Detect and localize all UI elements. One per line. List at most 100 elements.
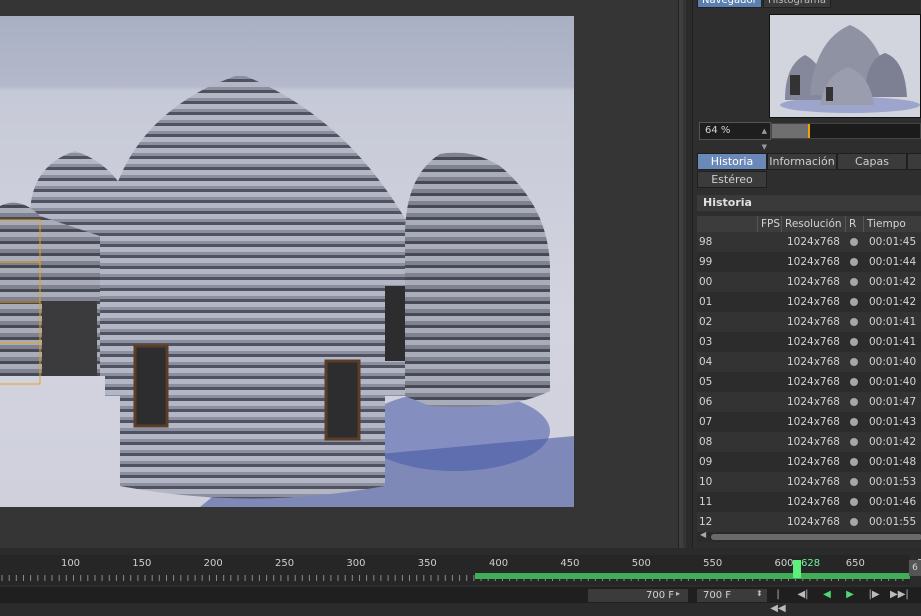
col-r[interactable]: R: [845, 216, 856, 232]
row-resolution: 1024x768: [787, 496, 840, 508]
timeline-tick-label: 350: [417, 558, 437, 569]
history-row[interactable]: 11 1024x768 00:01:46: [697, 492, 921, 512]
history-row[interactable]: 01 1024x768 00:01:42: [697, 292, 921, 312]
row-frame: 03: [699, 336, 713, 348]
history-row[interactable]: 00 1024x768 00:01:42: [697, 272, 921, 292]
next-keyframe-icon[interactable]: |▶: [866, 588, 882, 602]
zoom-slider-fill: [772, 124, 808, 138]
timeline-tick-label: 550: [703, 558, 723, 569]
tab-histograma[interactable]: Histograma: [763, 0, 832, 8]
col-fps[interactable]: FPS: [757, 216, 780, 232]
previous-keyframe-icon[interactable]: ◀|: [795, 588, 811, 602]
row-resolution: 1024x768: [787, 436, 840, 448]
end-frame-field[interactable]: 700 F: [588, 589, 688, 602]
row-resolution: 1024x768: [787, 356, 840, 368]
row-resolution: 1024x768: [787, 476, 840, 488]
scroll-left-icon[interactable]: ◀: [700, 530, 706, 539]
row-status-icon: [850, 438, 858, 446]
row-frame: 06: [699, 396, 713, 408]
col-resolucion[interactable]: Resolución: [781, 216, 842, 232]
history-row[interactable]: 05 1024x768 00:01:40: [697, 372, 921, 392]
row-time: 00:01:46: [869, 496, 917, 508]
tab-informacion[interactable]: Información: [767, 153, 837, 170]
row-resolution: 1024x768: [787, 396, 840, 408]
row-time: 00:01:41: [869, 316, 917, 328]
row-resolution: 1024x768: [787, 256, 840, 268]
zoom-slider[interactable]: [771, 123, 921, 139]
history-row[interactable]: 04 1024x768 00:01:40: [697, 352, 921, 372]
zoom-field[interactable]: 64 % ▲ ▼: [699, 122, 771, 151]
row-time: 00:01:42: [869, 296, 917, 308]
end-frame-arrow-icon[interactable]: ▸: [676, 589, 680, 598]
tab-historia[interactable]: Historia: [697, 153, 767, 170]
zoom-spinner-icon[interactable]: ▲ ▼: [762, 123, 767, 155]
row-time: 00:01:40: [869, 356, 917, 368]
tab-overflow[interactable]: [907, 153, 921, 170]
rendered-image[interactable]: [0, 16, 574, 507]
history-row[interactable]: 12 1024x768 00:01:55: [697, 512, 921, 532]
row-time: 00:01:44: [869, 256, 917, 268]
timeline-tick-label: 400: [489, 558, 509, 569]
history-row[interactable]: 02 1024x768 00:01:41: [697, 312, 921, 332]
play-forward-icon[interactable]: ▶: [842, 588, 858, 602]
zoom-slider-handle[interactable]: [807, 124, 810, 138]
row-time: 00:01:41: [869, 336, 917, 348]
row-time: 00:01:55: [869, 516, 917, 528]
row-resolution: 1024x768: [787, 456, 840, 468]
history-horizontal-scrollbar[interactable]: ◀: [697, 530, 921, 542]
tab-estereo[interactable]: Estéreo: [697, 171, 767, 188]
row-frame: 98: [699, 236, 713, 248]
row-time: 00:01:53: [869, 476, 917, 488]
row-time: 00:01:40: [869, 376, 917, 388]
row-resolution: 1024x768: [787, 376, 840, 388]
timeline-tick-label: 600: [774, 558, 794, 569]
history-row[interactable]: 09 1024x768 00:01:48: [697, 452, 921, 472]
row-time: 00:01:42: [869, 436, 917, 448]
timeline-tick-label: 150: [132, 558, 152, 569]
row-resolution: 1024x768: [787, 336, 840, 348]
history-row[interactable]: 03 1024x768 00:01:41: [697, 332, 921, 352]
row-time: 00:01:43: [869, 416, 917, 428]
timeline-tick-label: 650: [845, 558, 865, 569]
play-backward-icon[interactable]: ◀: [819, 588, 835, 602]
preview-end-spinner-icon[interactable]: ⬍: [756, 589, 763, 598]
row-resolution: 1024x768: [787, 516, 840, 528]
timeline-tick-label: 200: [203, 558, 223, 569]
row-frame: 07: [699, 416, 713, 428]
history-header: Historia: [697, 195, 921, 211]
tab-navegador[interactable]: Navegador: [697, 0, 762, 8]
history-row[interactable]: 08 1024x768 00:01:42: [697, 432, 921, 452]
row-status-icon: [850, 338, 858, 346]
scrollbar-thumb[interactable]: [711, 534, 921, 540]
row-status-icon: [850, 498, 858, 506]
row-status-icon: [850, 458, 858, 466]
row-time: 00:01:47: [869, 396, 917, 408]
row-resolution: 1024x768: [787, 416, 840, 428]
timeline[interactable]: 100150200250300350400450500550600650700: [0, 555, 921, 585]
history-row[interactable]: 99 1024x768 00:01:44: [697, 252, 921, 272]
navigator-thumbnail[interactable]: [769, 14, 921, 118]
playhead[interactable]: [793, 560, 801, 578]
history-table[interactable]: FPS Resolución R Tiempo de 98 1024x768 00:…: [697, 216, 921, 532]
history-row[interactable]: 06 1024x768 00:01:47: [697, 392, 921, 412]
history-row[interactable]: 10 1024x768 00:01:53: [697, 472, 921, 492]
render-range-bar[interactable]: [475, 573, 910, 579]
row-status-icon: [850, 418, 858, 426]
zoom-value: 64 %: [705, 125, 731, 136]
row-resolution: 1024x768: [787, 296, 840, 308]
row-status-icon: [850, 518, 858, 526]
row-frame: 04: [699, 356, 713, 368]
viewport-splitter[interactable]: [678, 0, 683, 548]
tab-capas[interactable]: Capas: [837, 153, 907, 170]
go-to-start-icon[interactable]: |◀◀: [770, 588, 786, 614]
history-row[interactable]: 07 1024x768 00:01:43: [697, 412, 921, 432]
go-to-end-icon[interactable]: ▶▶|: [890, 588, 909, 602]
row-frame: 12: [699, 516, 713, 528]
row-time: 00:01:45: [869, 236, 917, 248]
row-status-icon: [850, 238, 858, 246]
row-resolution: 1024x768: [787, 316, 840, 328]
history-row[interactable]: 98 1024x768 00:01:45: [697, 232, 921, 252]
history-table-header: FPS Resolución R Tiempo de: [697, 216, 921, 248]
timeline-end-indicator[interactable]: 6: [909, 560, 921, 576]
row-status-icon: [850, 278, 858, 286]
